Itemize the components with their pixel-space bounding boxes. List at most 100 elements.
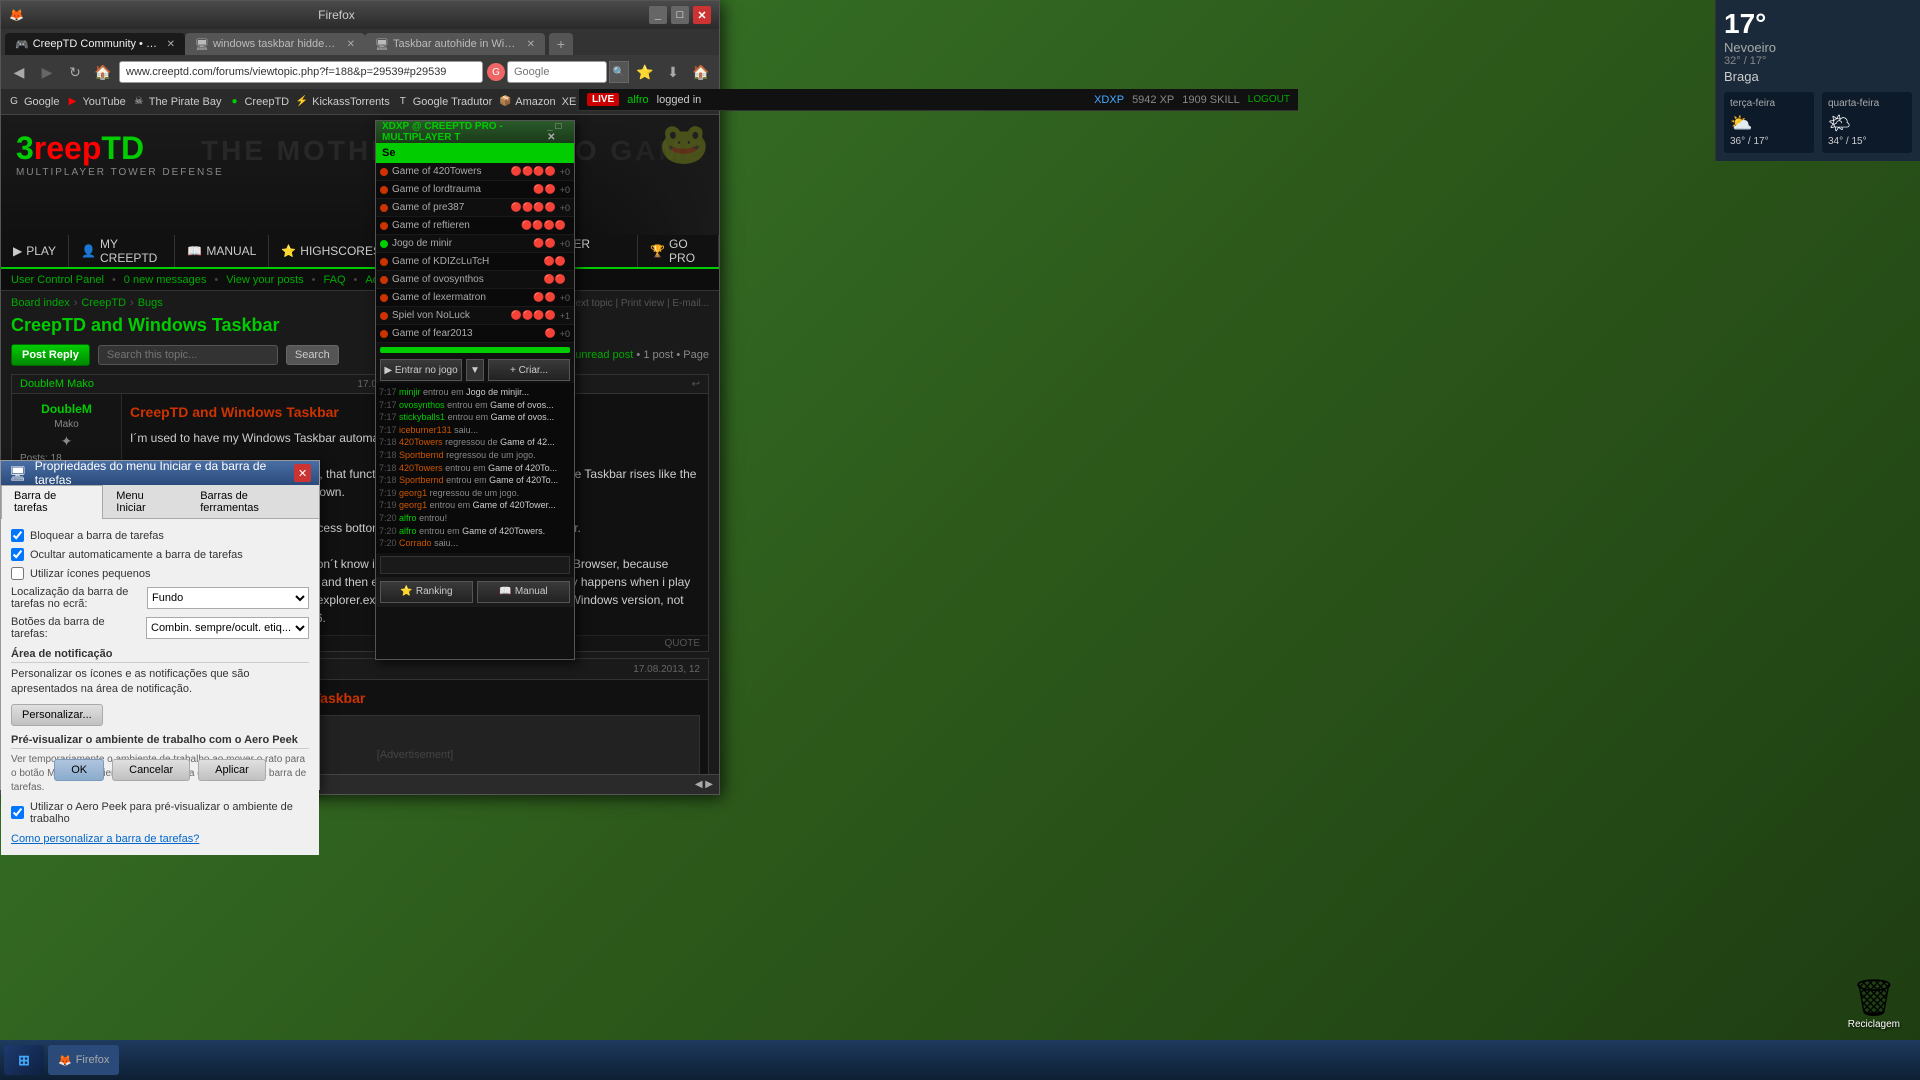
list-item[interactable]: Game of 420Towers 🔴🔴🔴🔴 +0 — [376, 163, 574, 181]
game-chat: 7:17 minjir entrou em Jogo de minjir... … — [376, 383, 574, 553]
new-messages-link[interactable]: 0 new messages — [124, 274, 207, 286]
bookmark-kickass[interactable]: ⚡ KickassTorrents — [295, 95, 390, 109]
bookmark-xe[interactable]: XE — [562, 96, 577, 108]
ranking-button[interactable]: ⭐ Ranking — [380, 581, 473, 603]
view-posts-link[interactable]: View your posts — [226, 274, 303, 286]
personalizar-button[interactable]: Personalizar... — [11, 704, 103, 726]
bookmark-label: The Pirate Bay — [149, 96, 222, 108]
enter-game-dropdown[interactable]: ▼ — [466, 359, 484, 381]
help-link[interactable]: Como personalizar a barra de tarefas? — [11, 833, 199, 845]
lock-taskbar-checkbox[interactable] — [11, 529, 24, 542]
sponsor-date: 17.08.2013, 12 — [633, 664, 700, 675]
nav-manual[interactable]: 📖 MANUAL — [175, 235, 269, 267]
download-button[interactable]: ⬇ — [661, 60, 685, 84]
dialog-tab-taskbar[interactable]: Barra de tarefas — [1, 485, 103, 519]
dialog-close-button[interactable]: ✕ — [294, 464, 311, 482]
post-reply-button[interactable]: Post Reply — [11, 344, 90, 366]
logout-button[interactable]: LOGOUT — [1248, 94, 1290, 105]
recycle-bin[interactable]: 🗑 Reciclagem — [1848, 977, 1900, 1030]
manual-button[interactable]: 📖 Manual — [477, 581, 570, 603]
list-item[interactable]: Jogo de minir 🔴🔴 +0 — [376, 235, 574, 253]
desktop: 17° Nevoeiro 32° / 17° Braga terça-feira… — [0, 0, 1920, 1080]
breadcrumb-creeptd[interactable]: CreepTD — [81, 297, 126, 309]
list-item[interactable]: Game of lexermatron 🔴🔴 +0 — [376, 289, 574, 307]
enter-game-button[interactable]: ▶ Entrar no jogo — [380, 359, 462, 381]
minimize-button[interactable]: _ — [649, 6, 667, 24]
search-topic-input[interactable] — [98, 345, 278, 365]
browser-navbar: ◀ ▶ ↻ 🏠 www.creeptd.com/forums/viewtopic… — [1, 55, 719, 89]
address-text: www.creeptd.com/forums/viewtopic.php?f=1… — [126, 66, 446, 78]
tab-close-button[interactable]: ✕ — [167, 39, 175, 50]
list-item[interactable]: Game of KDIZcLuTcH 🔴🔴 — [376, 253, 574, 271]
post-1-header: DoubleM Mako 17.08.2013, 12 ↩ — [12, 375, 708, 394]
bookmark-youtube[interactable]: ▶ YouTube — [65, 95, 125, 109]
ok-button[interactable]: OK — [54, 759, 104, 781]
small-icons-checkbox[interactable] — [11, 567, 24, 580]
maximize-button[interactable]: □ — [671, 6, 689, 24]
cancel-button[interactable]: Cancelar — [112, 759, 190, 781]
list-item[interactable]: Game of lordtrauma 🔴🔴 +0 — [376, 181, 574, 199]
breadcrumb-home[interactable]: Board index — [11, 297, 70, 309]
dialog-tab-start-menu[interactable]: Menu Iniciar — [103, 485, 187, 518]
list-item[interactable]: Game of ovosynthos 🔴🔴 — [376, 271, 574, 289]
new-tab-button[interactable]: + — [549, 33, 573, 55]
user-control-panel-link[interactable]: User Control Panel — [11, 274, 104, 286]
taskbar-firefox[interactable]: 🦊 Firefox — [48, 1045, 119, 1075]
weather-minmax: 32° / 17° — [1724, 55, 1912, 67]
game-titlebar: XDXP @ CREEPTD PRO - MULTIPLAYER T _ □ ✕ — [376, 121, 574, 143]
home-page-button[interactable]: 🏠 — [689, 60, 713, 84]
search-submit-button[interactable]: 🔍 — [609, 61, 629, 83]
bookmark-amazon[interactable]: 📦 Amazon — [498, 95, 555, 109]
breadcrumb: Board index › CreepTD › Bugs Previous to… — [11, 297, 709, 309]
chat-input[interactable] — [380, 556, 570, 574]
reload-button[interactable]: ↻ — [63, 60, 87, 84]
create-game-button[interactable]: + Criar... — [488, 359, 570, 381]
list-item[interactable]: Game of reftieren 🔴🔴🔴🔴 — [376, 217, 574, 235]
status-dot — [380, 186, 388, 194]
start-button[interactable]: ⊞ — [4, 1045, 44, 1075]
aero-checkbox[interactable] — [11, 806, 24, 819]
search-topic-button[interactable]: Search — [286, 345, 339, 365]
home-button[interactable]: 🏠 — [91, 60, 115, 84]
bookmark-google[interactable]: G Google — [7, 95, 59, 109]
status-dot — [380, 258, 388, 266]
star-button[interactable]: ⭐ — [633, 60, 657, 84]
search-input[interactable] — [507, 61, 607, 83]
list-item[interactable]: Game of pre387 🔴🔴🔴🔴 +0 — [376, 199, 574, 217]
weather-widget: 17° Nevoeiro 32° / 17° Braga terça-feira… — [1715, 0, 1920, 161]
close-button[interactable]: ✕ — [693, 6, 711, 24]
list-item[interactable]: Game of fear2013 🔴 +0 — [376, 325, 574, 343]
buttons-select[interactable]: Combin. sempre/ocult. etiq... — [146, 617, 309, 639]
tab-3[interactable]: 🖥 Taskbar autohide in Windows 7 cause...… — [365, 33, 545, 55]
nav-play[interactable]: ▶ PLAY — [1, 235, 69, 267]
quote-link[interactable]: QUOTE — [664, 638, 700, 649]
back-button[interactable]: ◀ — [7, 60, 31, 84]
tab-close-button[interactable]: ✕ — [527, 39, 535, 50]
bookmark-piratebay[interactable]: ☠ The Pirate Bay — [132, 95, 222, 109]
chat-line: 7:18 420Towers regressou de Game of 42..… — [379, 436, 571, 449]
forward-button[interactable]: ▶ — [35, 60, 59, 84]
chat-line: 7:17 iceburner131 saiu... — [379, 424, 571, 437]
tab-close-button[interactable]: ✕ — [347, 39, 355, 50]
forecast-day-1: terça-feira ⛅ 36° / 17° — [1724, 92, 1814, 153]
breadcrumb-bugs[interactable]: Bugs — [138, 297, 163, 309]
tab-2[interactable]: 🖥 windows taskbar hidden freezes - Pes..… — [185, 33, 365, 55]
bookmark-creeptd[interactable]: ● CreepTD — [227, 95, 289, 109]
location-select[interactable]: Fundo — [147, 587, 309, 609]
list-item[interactable]: Spiel von NoLuck 🔴🔴🔴🔴 +1 — [376, 307, 574, 325]
tab-1[interactable]: 🎮 CreepTD Community • View topic - C... … — [5, 33, 185, 55]
location-field: Localização da barra de tarefas no ecrã:… — [11, 586, 309, 610]
translator-icon: T — [396, 95, 410, 109]
dialog-titlebar: 🖥 Propriedades do menu Iniciar e da barr… — [1, 461, 319, 485]
autohide-checkbox[interactable] — [11, 548, 24, 561]
bookmark-translator[interactable]: T Google Tradutor — [396, 95, 493, 109]
apply-button[interactable]: Aplicar — [198, 759, 266, 781]
dialog-tab-toolbars[interactable]: Barras de ferramentas — [187, 485, 319, 518]
faq-link[interactable]: FAQ — [324, 274, 346, 286]
forum-nav: ▶ PLAY 👤 MY CREEPTD 📖 MANUAL ⭐ HIGHSCORE… — [1, 235, 719, 269]
post-user-title: Mako — [54, 419, 78, 430]
frog-decoration: 🐸 — [659, 120, 709, 167]
nav-mycreeptd[interactable]: 👤 MY CREEPTD — [69, 235, 175, 267]
address-bar[interactable]: www.creeptd.com/forums/viewtopic.php?f=1… — [119, 61, 483, 83]
nav-gopro[interactable]: 🏆 GO PRO — [638, 235, 719, 267]
